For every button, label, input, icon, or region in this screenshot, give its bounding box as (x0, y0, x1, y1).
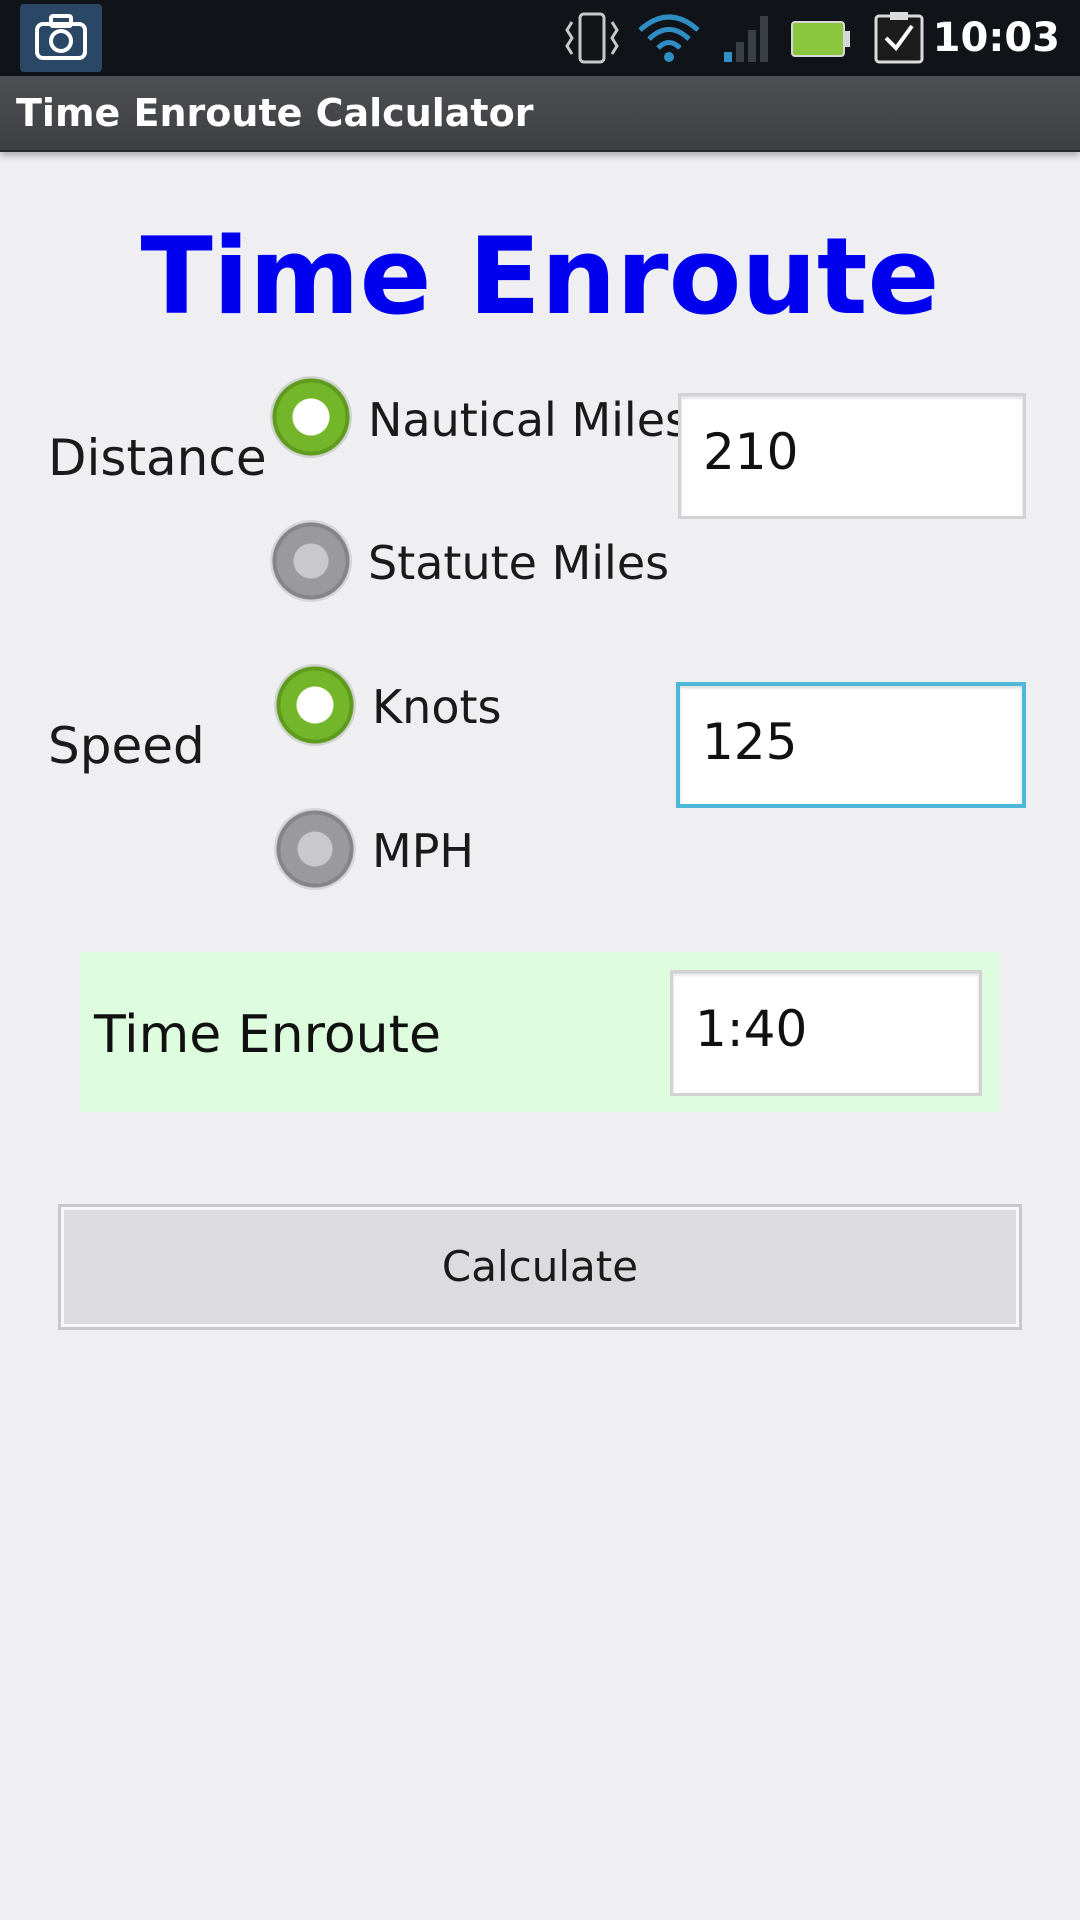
status-time: 10:03 (932, 15, 1060, 61)
result-label: Time Enroute (94, 1005, 441, 1065)
radio-label-nautical-miles[interactable]: Nautical Miles (368, 392, 689, 448)
radio-statute-miles[interactable] (270, 520, 352, 602)
distance-input[interactable]: 210 (678, 393, 1026, 519)
speed-input[interactable]: 125 (676, 682, 1026, 808)
page-heading: Time Enroute (140, 215, 940, 338)
radio-label-statute-miles[interactable]: Statute Miles (368, 535, 669, 591)
app-title-bar: Time Enroute Calculator (0, 76, 1080, 152)
app-title: Time Enroute Calculator (16, 91, 534, 135)
task-check-icon (872, 10, 928, 70)
camera-icon[interactable] (20, 4, 102, 72)
signal-icon (722, 12, 772, 68)
radio-label-mph[interactable]: MPH (372, 823, 474, 879)
battery-icon (790, 18, 852, 62)
radio-nautical-miles[interactable] (270, 376, 352, 458)
time-enroute-output[interactable]: 1:40 (670, 970, 982, 1096)
wifi-icon (636, 10, 702, 70)
distance-label: Distance (48, 429, 267, 487)
radio-knots[interactable] (274, 664, 356, 746)
radio-mph[interactable] (274, 808, 356, 890)
status-bar: 10:03 (0, 0, 1080, 76)
speed-label: Speed (48, 717, 205, 775)
calculate-button[interactable]: Calculate (58, 1204, 1022, 1330)
vibrate-icon (562, 10, 622, 70)
radio-label-knots[interactable]: Knots (372, 679, 501, 735)
